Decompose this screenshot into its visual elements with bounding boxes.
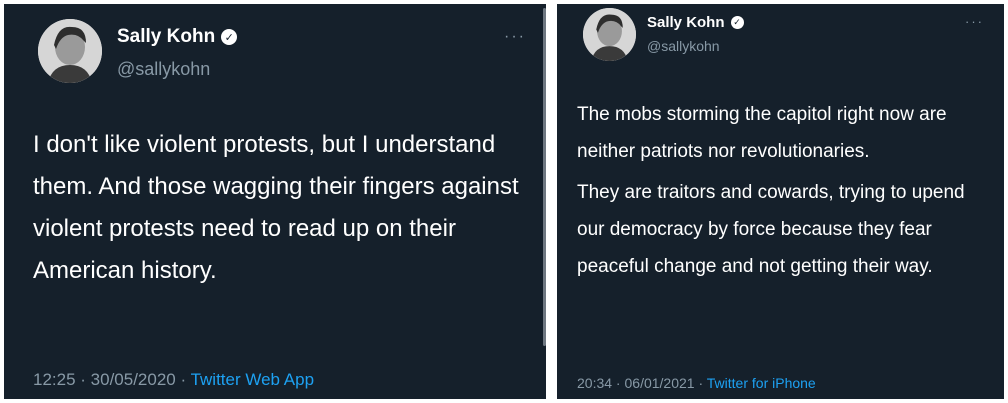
- display-name[interactable]: Sally Kohn: [117, 26, 215, 48]
- meta-separator: ·: [175, 370, 191, 389]
- verified-badge-icon: ✓: [730, 16, 744, 29]
- avatar[interactable]: [583, 8, 636, 61]
- tweet-text-content: I don't like violent protests, but I und…: [33, 131, 519, 284]
- tweet-timestamp: 20:34 · 06/01/2021 · Twitter for iPhone: [577, 375, 816, 391]
- tweet-source-link[interactable]: Twitter Web App: [191, 370, 314, 389]
- user-handle[interactable]: @sallykohn: [647, 38, 720, 54]
- tweet-card-right: Sally Kohn ✓ @sallykohn ··· The mobs sto…: [557, 4, 1004, 399]
- tweet-date[interactable]: 30/05/2020: [91, 370, 176, 389]
- verified-badge-icon: ✓: [221, 29, 238, 45]
- avatar-image: [38, 19, 102, 83]
- tweet-paragraph-1: The mobs storming the capitol right now …: [577, 104, 947, 162]
- image-divider: [546, 0, 557, 403]
- avatar[interactable]: [38, 19, 102, 83]
- tweet-date[interactable]: 06/01/2021: [625, 375, 695, 391]
- avatar-image: [583, 8, 636, 61]
- meta-separator: ·: [612, 375, 625, 391]
- tweet-source-link[interactable]: Twitter for iPhone: [707, 375, 816, 391]
- tweet-timestamp: 12:25 · 30/05/2020 · Twitter Web App: [33, 370, 314, 390]
- scrollbar[interactable]: [543, 8, 546, 346]
- tweet-time[interactable]: 20:34: [577, 375, 612, 391]
- tweet-card-left: Sally Kohn ✓ @sallykohn ··· I don't like…: [4, 4, 546, 399]
- tweet-text: The mobs storming the capitol right now …: [577, 96, 992, 285]
- user-handle[interactable]: @sallykohn: [117, 59, 210, 80]
- display-name[interactable]: Sally Kohn: [647, 14, 725, 31]
- tweet-text: I don't like violent protests, but I und…: [33, 124, 533, 292]
- tweet-time[interactable]: 12:25: [33, 370, 76, 389]
- more-options-icon[interactable]: ···: [965, 14, 984, 29]
- tweet-paragraph-2: They are traitors and cowards, trying to…: [577, 182, 965, 277]
- more-options-icon[interactable]: ···: [504, 28, 526, 46]
- meta-separator: ·: [694, 375, 707, 391]
- meta-separator: ·: [75, 370, 91, 389]
